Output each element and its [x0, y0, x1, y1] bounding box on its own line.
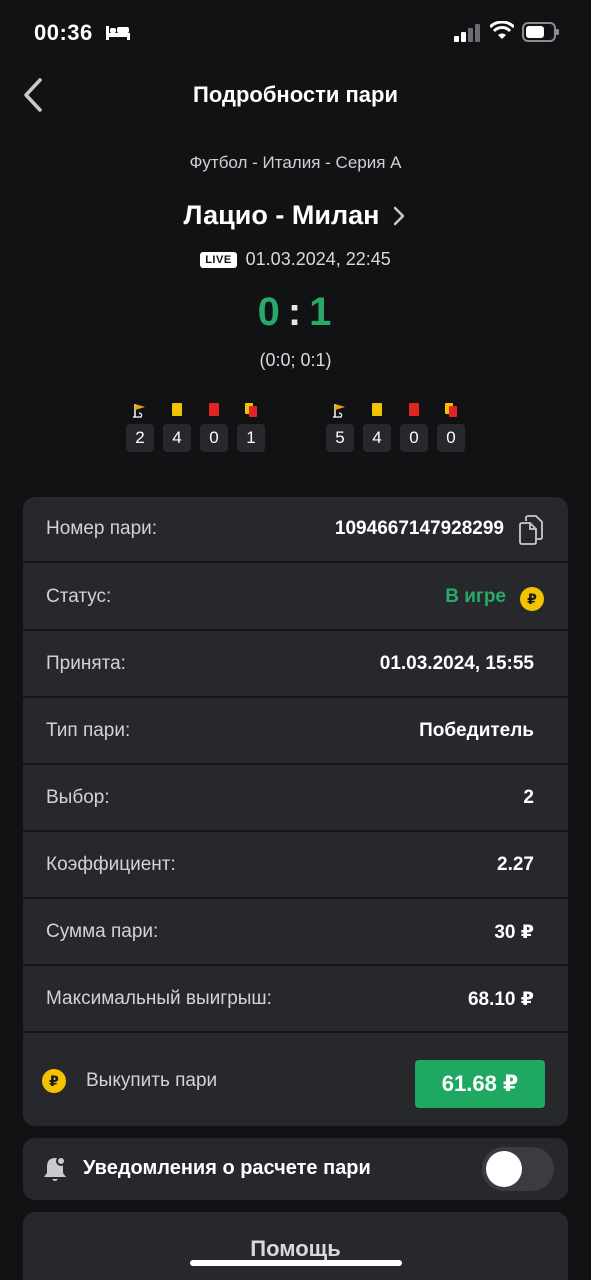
- row-stake: Сумма пари: 30 ₽: [23, 900, 568, 966]
- notifications-label: Уведомления о расчете пари: [83, 1157, 371, 1179]
- ruble-coin-icon: ₽: [520, 587, 544, 611]
- row-max-win: Максимальный выигрыш: 68.10 ₽: [23, 967, 568, 1033]
- nav-bar: Подробности пари: [0, 64, 591, 128]
- league-breadcrumb: Футбол - Италия - Серия А: [189, 153, 402, 172]
- score-home: 0: [257, 290, 282, 334]
- stat-value: 1: [237, 424, 265, 452]
- cellular-signal-icon: [454, 24, 480, 42]
- red-card-icon: [409, 403, 419, 416]
- bet-status: В игре: [445, 586, 506, 607]
- match-title-link[interactable]: Лацио - Милан: [0, 200, 591, 231]
- stat-value: 0: [437, 424, 465, 452]
- red-card-icon: [209, 403, 219, 416]
- stat-value: 4: [163, 424, 191, 452]
- row-label: Сумма пари:: [46, 921, 159, 942]
- stat-value: 5: [326, 424, 354, 452]
- match-datetime: 01.03.2024, 22:45: [245, 249, 391, 269]
- help-label: Помощь: [250, 1236, 341, 1261]
- yellow-card-icon: [172, 403, 182, 416]
- row-status: Статус: В игре ₽: [23, 565, 568, 631]
- yellow-card-icon: [372, 403, 382, 416]
- accepted-datetime: 01.03.2024, 15:55: [379, 653, 534, 674]
- status-bar: 00:36: [0, 0, 591, 64]
- row-label: Коэффициент:: [46, 854, 176, 875]
- stat-corners: 2: [126, 402, 154, 452]
- row-label: Принята:: [46, 653, 126, 674]
- stat-value: 0: [200, 424, 228, 452]
- half-time-score: (0:0; 0:1): [259, 350, 332, 370]
- status-time: 00:36: [34, 20, 93, 45]
- row-label: Максимальный выигрыш:: [46, 988, 272, 1009]
- wifi-icon: [490, 21, 514, 39]
- bet-details-card: Номер пари: 1094667147928299 Статус: В и…: [23, 497, 568, 1126]
- notifications-toggle[interactable]: [482, 1147, 554, 1191]
- cashout-row: ₽ Выкупить пари 61.68 ₽: [23, 1034, 568, 1126]
- home-indicator[interactable]: [190, 1260, 402, 1266]
- match-datetime-row: LIVE 01.03.2024, 22:45: [0, 249, 591, 270]
- chevron-right-icon: [394, 206, 405, 225]
- cashout-label: Выкупить пари: [86, 1070, 218, 1091]
- second-yellow-card-icon: [445, 403, 457, 417]
- row-bet-type: Тип пари: Победитель: [23, 699, 568, 765]
- stat-second-yellow: 1: [237, 402, 265, 452]
- row-label: Тип пари:: [46, 720, 131, 741]
- row-label: Номер пари:: [46, 518, 158, 539]
- toggle-knob: [486, 1151, 522, 1187]
- bet-odds: 2.27: [497, 854, 534, 875]
- stat-second-yellow: 0: [437, 402, 465, 452]
- stat-corners: 5: [326, 402, 354, 452]
- row-label: Выбор:: [46, 787, 110, 808]
- bet-selection: 2: [523, 787, 534, 808]
- match-score: 0:1: [0, 290, 591, 335]
- ruble-coin-icon: ₽: [42, 1069, 66, 1093]
- away-team-stats: 5 4 0 0: [326, 402, 465, 452]
- row-selection: Выбор: 2: [23, 766, 568, 832]
- stat-yellow-cards: 4: [163, 402, 191, 452]
- bet-stake: 30 ₽: [494, 921, 534, 943]
- stat-yellow-cards: 4: [363, 402, 391, 452]
- battery-icon: [522, 22, 559, 42]
- stat-value: 2: [126, 424, 154, 452]
- home-team-stats: 2 4 0 1: [126, 402, 265, 452]
- bed-icon: [106, 26, 130, 40]
- row-accepted: Принята: 01.03.2024, 15:55: [23, 632, 568, 698]
- bell-icon: [44, 1156, 66, 1181]
- score-away: 1: [309, 290, 334, 334]
- row-label: Статус:: [46, 586, 112, 607]
- row-odds: Коэффициент: 2.27: [23, 833, 568, 899]
- row-bet-number: Номер пари: 1094667147928299: [23, 497, 568, 563]
- corner-flag-icon: [133, 404, 145, 418]
- live-badge: LIVE: [200, 251, 237, 268]
- score-separator: :: [287, 290, 304, 334]
- stat-value: 0: [400, 424, 428, 452]
- stat-value: 4: [363, 424, 391, 452]
- match-name: Лацио - Милан: [183, 200, 380, 230]
- stat-red-cards: 0: [400, 402, 428, 452]
- page-title: Подробности пари: [193, 82, 398, 107]
- corner-flag-icon: [333, 404, 345, 418]
- copy-icon[interactable]: [518, 515, 544, 545]
- max-win: 68.10 ₽: [467, 988, 534, 1010]
- help-button[interactable]: Помощь: [23, 1212, 568, 1280]
- stat-red-cards: 0: [200, 402, 228, 452]
- bet-type: Победитель: [419, 720, 534, 741]
- second-yellow-card-icon: [245, 403, 257, 417]
- cashout-button[interactable]: 61.68 ₽: [415, 1060, 545, 1108]
- bet-number: 1094667147928299: [334, 518, 504, 539]
- notifications-card: Уведомления о расчете пари: [23, 1138, 568, 1200]
